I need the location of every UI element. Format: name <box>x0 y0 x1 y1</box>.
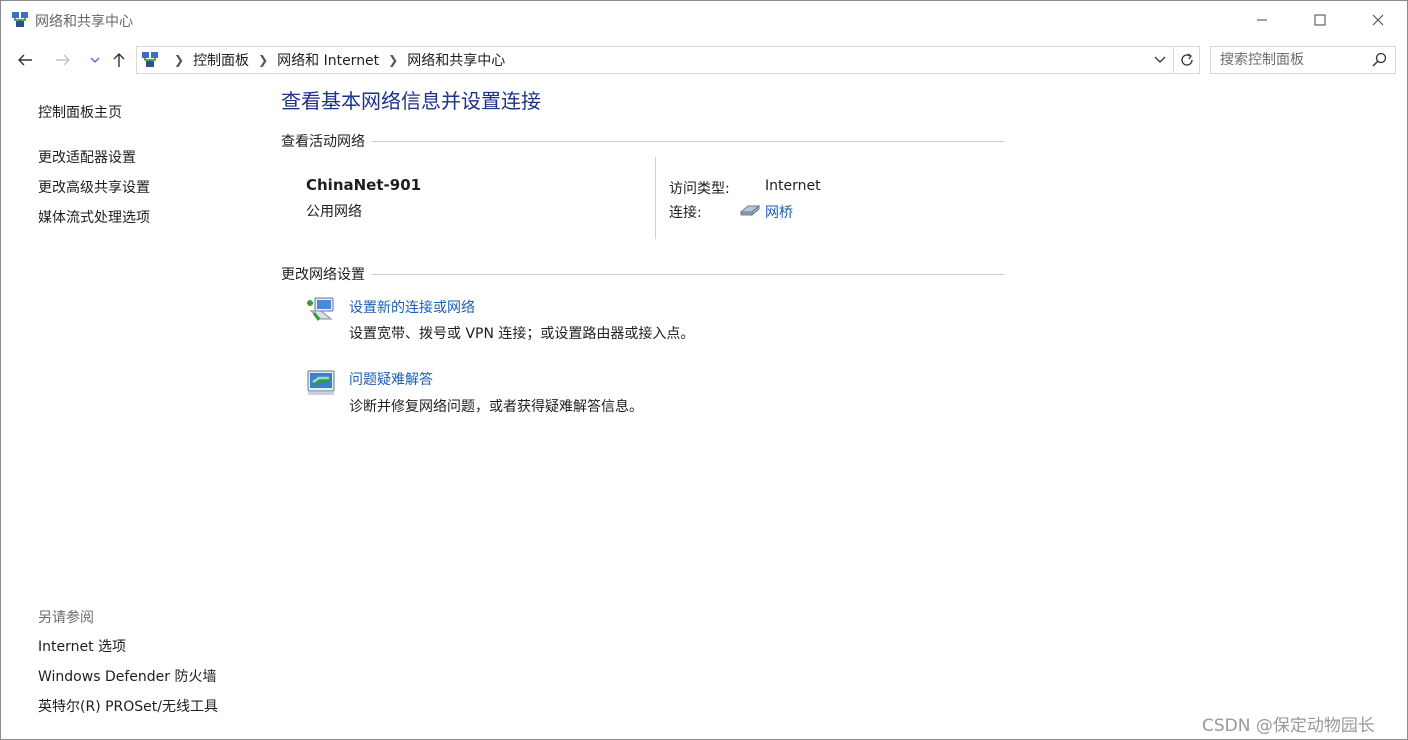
change-settings-section: 更改网络设置 <box>281 264 1005 284</box>
access-type-value: Internet <box>765 178 821 194</box>
chevron-down-icon <box>1154 56 1166 63</box>
network-name: ChinaNet-901 <box>306 176 422 194</box>
setup-new-connection-description: 设置宽带、拨号或 VPN 连接；或设置路由器或接入点。 <box>349 326 695 342</box>
network-center-icon <box>12 12 28 27</box>
vertical-divider <box>655 157 656 239</box>
search-box <box>1210 46 1396 74</box>
troubleshoot-icon <box>307 370 335 395</box>
change-settings-heading: 更改网络设置 <box>281 264 371 284</box>
address-dropdown-button[interactable] <box>1151 47 1169 73</box>
see-also-intel-proset[interactable]: 英特尔(R) PROSet/无线工具 <box>38 696 218 716</box>
sidebar-item-advanced-sharing[interactable]: 更改高级共享设置 <box>38 177 150 197</box>
minimize-icon <box>1257 19 1267 21</box>
section-divider <box>281 141 1005 142</box>
refresh-button[interactable] <box>1174 46 1200 74</box>
back-arrow-icon <box>18 54 32 66</box>
active-networks-section: 查看活动网络 <box>281 131 1005 151</box>
setup-new-connection-link[interactable]: 设置新的连接或网络 <box>349 297 475 317</box>
forward-button[interactable] <box>51 45 75 75</box>
new-connection-icon <box>307 297 334 321</box>
troubleshoot-link[interactable]: 问题疑难解答 <box>349 369 433 389</box>
minimize-button[interactable] <box>1233 1 1291 39</box>
troubleshoot-description: 诊断并修复网络问题，或者获得疑难解答信息。 <box>349 399 643 415</box>
up-button[interactable] <box>107 45 131 75</box>
chevron-right-icon: ❯ <box>174 53 185 67</box>
bridge-icon <box>740 204 760 217</box>
see-also-defender-firewall[interactable]: Windows Defender 防火墙 <box>38 666 216 686</box>
maximize-icon <box>1314 14 1326 26</box>
breadcrumb-network-internet[interactable]: 网络和 Internet <box>277 50 379 70</box>
back-button[interactable] <box>13 45 37 75</box>
sidebar-item-control-panel-home[interactable]: 控制面板主页 <box>38 102 122 122</box>
chevron-right-icon: ❯ <box>258 53 269 67</box>
navigation-bar: ❯ 控制面板 ❯ 网络和 Internet ❯ 网络和共享中心 <box>1 45 1407 75</box>
see-also-heading: 另请参阅 <box>38 610 94 626</box>
breadcrumb: ❯ 控制面板 ❯ 网络和 Internet ❯ 网络和共享中心 <box>165 47 505 73</box>
refresh-icon <box>1180 53 1193 66</box>
connection-label: 连接: <box>669 205 702 221</box>
forward-arrow-icon <box>56 54 70 66</box>
title-bar: 网络和共享中心 <box>1 1 1407 39</box>
close-icon <box>1372 14 1384 26</box>
recent-locations-button[interactable] <box>83 45 107 75</box>
chevron-right-icon: ❯ <box>388 53 399 67</box>
control-panel-icon <box>142 52 158 67</box>
window-title: 网络和共享中心 <box>35 14 133 30</box>
page-title: 查看基本网络信息并设置连接 <box>281 89 541 113</box>
sidebar-item-adapter-settings[interactable]: 更改适配器设置 <box>38 147 136 167</box>
address-bar[interactable]: ❯ 控制面板 ❯ 网络和 Internet ❯ 网络和共享中心 <box>136 46 1174 74</box>
section-divider <box>281 274 1005 275</box>
left-pane: 控制面板主页 更改适配器设置 更改高级共享设置 媒体流式处理选项 另请参阅 In… <box>1 81 266 736</box>
breadcrumb-control-panel[interactable]: 控制面板 <box>193 50 249 70</box>
search-icon[interactable] <box>1371 52 1387 68</box>
watermark: CSDN @保定动物园长 <box>1202 716 1375 736</box>
sidebar-item-media-streaming[interactable]: 媒体流式处理选项 <box>38 207 150 227</box>
close-button[interactable] <box>1349 1 1407 39</box>
chevron-down-icon <box>90 57 100 63</box>
see-also-internet-options[interactable]: Internet 选项 <box>38 636 126 656</box>
search-input[interactable] <box>1211 47 1367 73</box>
access-type-label: 访问类型: <box>669 181 730 197</box>
breadcrumb-network-sharing-center[interactable]: 网络和共享中心 <box>407 50 505 70</box>
up-arrow-icon <box>113 53 125 67</box>
active-networks-heading: 查看活动网络 <box>281 131 371 151</box>
maximize-button[interactable] <box>1291 1 1349 39</box>
connection-bridge-link[interactable]: 网桥 <box>765 202 793 222</box>
window: 网络和共享中心 ❯ 控制面板 ❯ 网络和 Internet ❯ 网络和共享中心 … <box>0 0 1408 740</box>
network-type[interactable]: 公用网络 <box>306 201 362 221</box>
